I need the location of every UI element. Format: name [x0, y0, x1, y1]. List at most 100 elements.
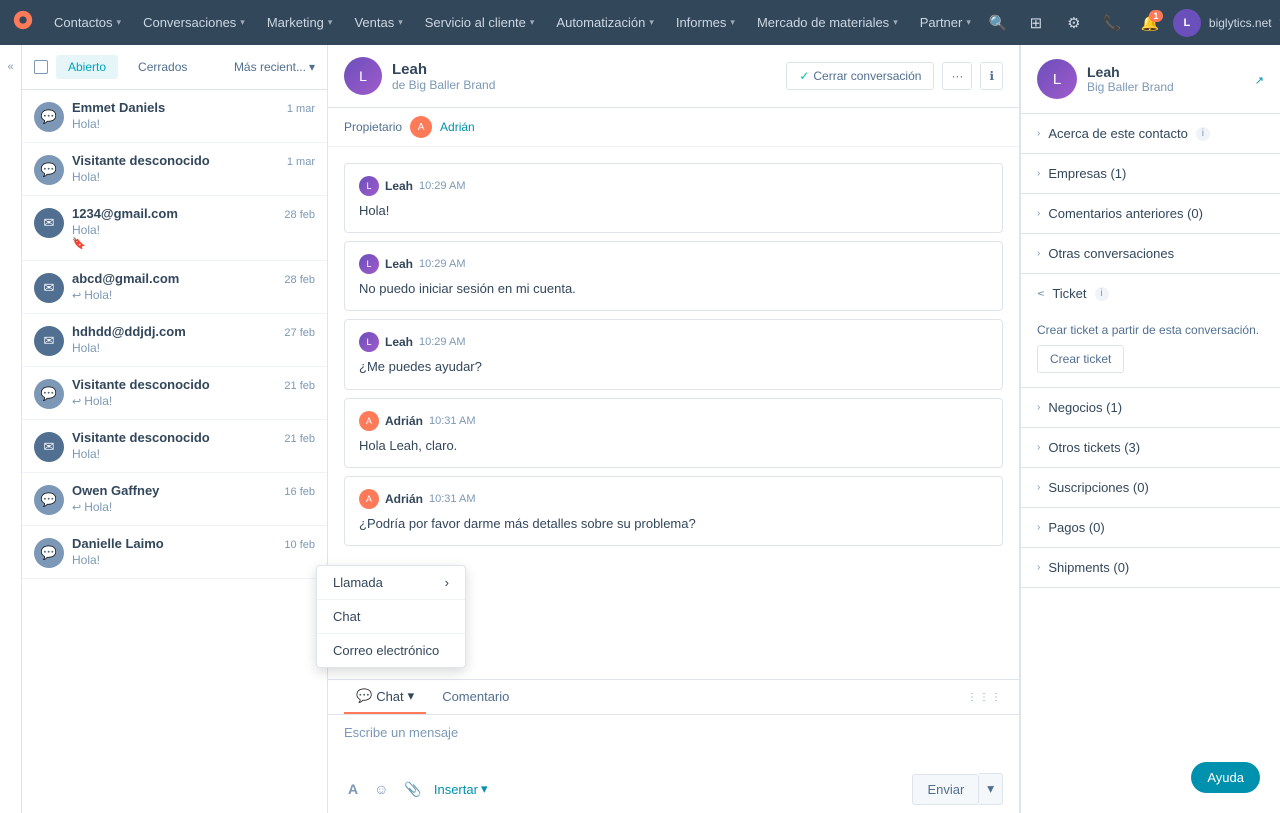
tab-comment[interactable]: Comentario: [430, 681, 521, 714]
conv-preview: Hola!: [72, 117, 315, 131]
accordion-header-pagos[interactable]: › Pagos (0): [1021, 508, 1280, 547]
accordion-header-empresas[interactable]: › Empresas (1): [1021, 154, 1280, 193]
message-placeholder: Escribe un mensaje: [344, 725, 458, 740]
chevron-right-icon: ›: [1037, 482, 1040, 493]
accordion-header-about[interactable]: › Acerca de este contacto i: [1021, 114, 1280, 153]
list-item[interactable]: ✉ hdhdd@ddjdj.com 27 feb Hola!: [22, 314, 327, 367]
crear-ticket-button[interactable]: Crear ticket: [1037, 345, 1124, 373]
apps-button[interactable]: ⊞: [1021, 8, 1051, 38]
accordion-shipments: › Shipments (0): [1021, 548, 1280, 588]
send-button[interactable]: Enviar: [912, 774, 979, 805]
owner-name-link[interactable]: Adrián: [440, 120, 475, 134]
external-link-icon[interactable]: ↗: [1255, 75, 1264, 87]
close-conversation-button[interactable]: ✓ Cerrar conversación: [786, 62, 934, 90]
conv-date: 1 mar: [287, 103, 315, 115]
resize-handle[interactable]: ⋮⋮⋮: [967, 692, 1003, 703]
notifications-button[interactable]: 🔔 1: [1135, 8, 1165, 38]
chevron-right-icon: ›: [1037, 168, 1040, 179]
right-panel-header: L Leah Big Baller Brand ↗: [1021, 45, 1280, 114]
list-item[interactable]: 💬 Visitante desconocido 1 mar Hola!: [22, 143, 327, 196]
conv-preview: Hola!: [72, 341, 315, 355]
username-label[interactable]: biglytics.net: [1209, 16, 1272, 30]
tab-open[interactable]: Abierto: [56, 55, 118, 79]
message-avatar: L: [359, 254, 379, 274]
nav-ventas[interactable]: Ventas ▾: [344, 9, 412, 36]
ticket-body: Crear ticket a partir de esta conversaci…: [1021, 313, 1280, 387]
sort-filter-button[interactable]: Más recient... ▾: [234, 60, 315, 74]
info-button[interactable]: ℹ: [980, 62, 1003, 90]
ayuda-button[interactable]: Ayuda: [1191, 762, 1260, 793]
conv-preview: Hola!: [72, 170, 315, 184]
settings-button[interactable]: ⚙: [1059, 8, 1089, 38]
dropdown-item-correo[interactable]: Correo electrónico: [317, 634, 465, 667]
top-nav: Contactos ▾ Conversaciones ▾ Marketing ▾…: [0, 0, 1280, 45]
message-sender: Adrián: [385, 492, 423, 506]
bold-button[interactable]: A: [344, 777, 362, 801]
dropdown-item-llamada[interactable]: Llamada ›: [317, 566, 465, 599]
chevron-down-icon: ▾: [481, 781, 488, 797]
nav-informes[interactable]: Informes ▾: [666, 9, 745, 36]
nav-partner[interactable]: Partner ▾: [910, 9, 981, 36]
info-icon: i: [1196, 127, 1210, 141]
nav-contactos[interactable]: Contactos ▾: [44, 9, 131, 36]
message-avatar: L: [359, 332, 379, 352]
message-avatar: A: [359, 411, 379, 431]
accordion-suscripciones: › Suscripciones (0): [1021, 468, 1280, 508]
conv-date: 28 feb: [284, 209, 315, 221]
list-item[interactable]: ✉ 1234@gmail.com 28 feb Hola! 🔖: [22, 196, 327, 261]
list-item[interactable]: ✉ abcd@gmail.com 28 feb ↩ Hola!: [22, 261, 327, 314]
chevron-down-icon: ▾: [408, 688, 415, 704]
message-bubble: L Leah 10:29 AM No puedo iniciar sesión …: [344, 241, 1003, 311]
list-item[interactable]: 💬 Visitante desconocido 21 feb ↩ Hola!: [22, 367, 327, 420]
list-item[interactable]: ✉ Visitante desconocido 21 feb Hola!: [22, 420, 327, 473]
reply-arrow-icon: ↩: [72, 395, 81, 408]
accordion-header-otras-conv[interactable]: › Otras conversaciones: [1021, 234, 1280, 273]
contact-company-right: Big Baller Brand: [1087, 80, 1174, 94]
collapse-panel-button[interactable]: «: [0, 45, 22, 813]
chat-icon: 💬: [34, 538, 64, 568]
contact-name: abcd@gmail.com: [72, 271, 179, 286]
accordion-header-suscripciones[interactable]: › Suscripciones (0): [1021, 468, 1280, 507]
tab-closed[interactable]: Cerrados: [126, 55, 199, 79]
attachment-button[interactable]: 📎: [400, 777, 425, 802]
send-options-button[interactable]: ▾: [979, 773, 1003, 805]
email-icon: ✉: [34, 208, 64, 238]
insert-button[interactable]: Insertar ▾: [434, 781, 488, 797]
dropdown-item-chat[interactable]: Chat: [317, 600, 465, 633]
accordion-otras-conv: › Otras conversaciones: [1021, 234, 1280, 274]
nav-conversaciones[interactable]: Conversaciones ▾: [133, 9, 255, 36]
accordion-header-otros-tickets[interactable]: › Otros tickets (3): [1021, 428, 1280, 467]
emoji-button[interactable]: ☺: [370, 777, 392, 801]
tab-chat[interactable]: 💬 Chat ▾: [344, 680, 426, 714]
chevron-down-icon: ▾: [398, 17, 403, 28]
owner-label: Propietario: [344, 120, 402, 134]
list-item[interactable]: 💬 Owen Gaffney 16 feb ↩ Hola!: [22, 473, 327, 526]
phone-button[interactable]: 📞: [1097, 8, 1127, 38]
accordion-header-shipments[interactable]: › Shipments (0): [1021, 548, 1280, 587]
nav-servicio[interactable]: Servicio al cliente ▾: [415, 9, 545, 36]
more-options-button[interactable]: ···: [942, 62, 972, 90]
accordion-header-ticket[interactable]: ∨ Ticket i: [1021, 274, 1280, 313]
hubspot-logo[interactable]: [12, 9, 34, 37]
accordion-empresas: › Empresas (1): [1021, 154, 1280, 194]
nav-marketing[interactable]: Marketing ▾: [257, 9, 343, 36]
accordion-header-comentarios[interactable]: › Comentarios anteriores (0): [1021, 194, 1280, 233]
list-item[interactable]: 💬 Danielle Laimo 10 feb Hola!: [22, 526, 327, 579]
message-input[interactable]: Escribe un mensaje: [328, 715, 1019, 765]
accordion-header-negocios[interactable]: › Negocios (1): [1021, 388, 1280, 427]
chevron-right-icon: ›: [1037, 522, 1040, 533]
nav-automatizacion[interactable]: Automatización ▾: [546, 9, 663, 36]
conv-date: 28 feb: [284, 274, 315, 286]
list-item[interactable]: 💬 Emmet Daniels 1 mar Hola!: [22, 90, 327, 143]
chevron-down-icon: ▾: [649, 17, 654, 28]
chevron-right-icon: ›: [1037, 128, 1040, 139]
message-bubble: A Adrián 10:31 AM Hola Leah, claro.: [344, 398, 1003, 468]
conv-preview: Hola!: [72, 447, 315, 461]
contact-name: 1234@gmail.com: [72, 206, 178, 221]
user-avatar[interactable]: L: [1173, 9, 1201, 37]
search-button[interactable]: 🔍: [983, 8, 1013, 38]
select-all-checkbox[interactable]: [34, 60, 48, 74]
nav-mercado[interactable]: Mercado de materiales ▾: [747, 9, 908, 36]
accordion-comentarios: › Comentarios anteriores (0): [1021, 194, 1280, 234]
chevron-right-icon: ›: [1037, 248, 1040, 259]
